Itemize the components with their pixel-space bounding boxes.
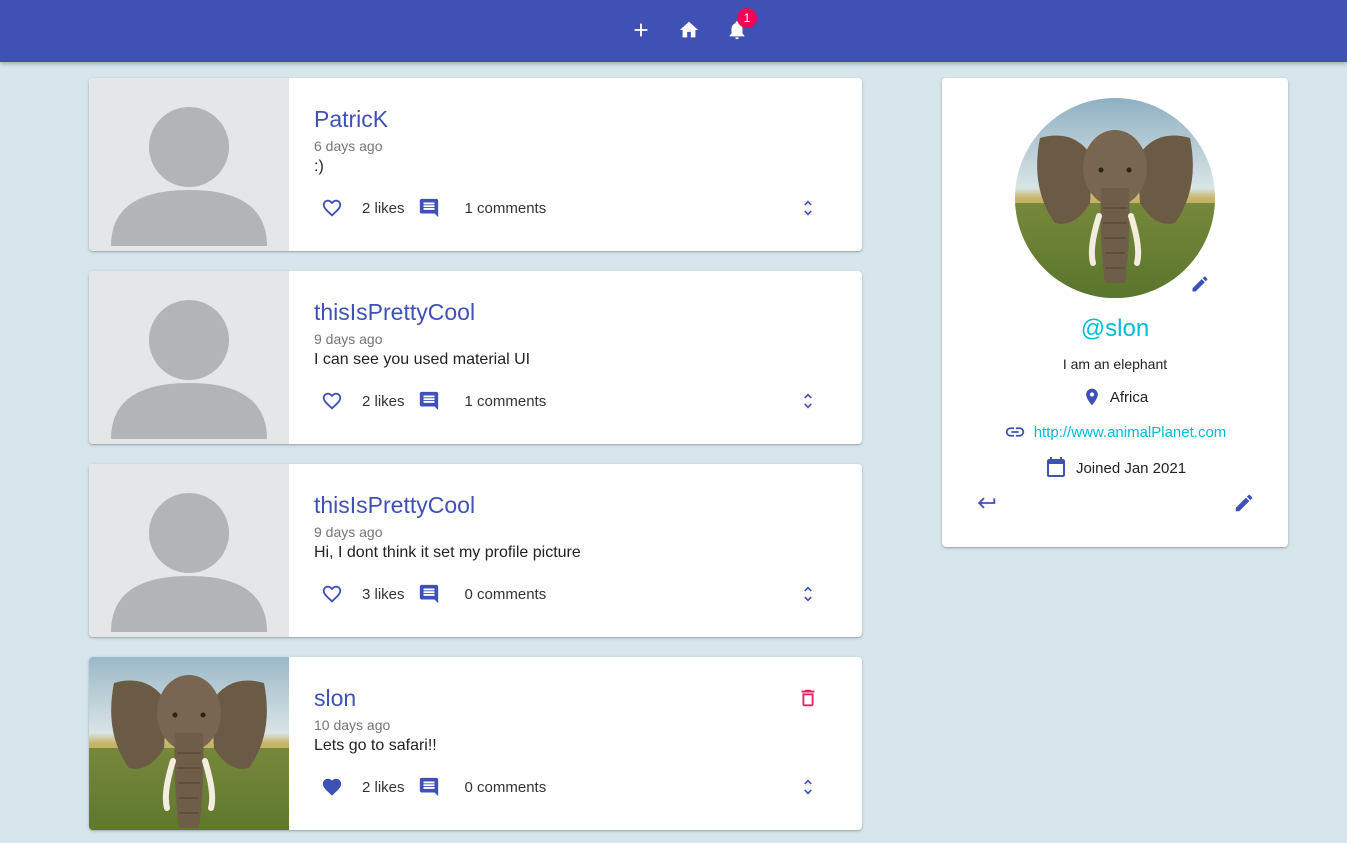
post-card: PatricK 6 days ago :) 2 likes 1 comments (89, 78, 862, 251)
profile-website: http://www.animalPlanet.com (942, 421, 1288, 443)
profile-location: Africa (942, 386, 1288, 408)
heart-outline-icon (322, 585, 342, 603)
like-button[interactable] (314, 190, 350, 226)
unfold-more-icon (804, 779, 812, 795)
comments-count: 0 comments (464, 778, 547, 796)
likes-count: 2 likes (362, 392, 405, 410)
post-body: Hi, I dont think it set my profile pictu… (314, 544, 581, 561)
add-icon (634, 23, 648, 37)
website-link[interactable]: http://www.animalPlanet.com (1034, 424, 1227, 441)
notification-badge: 1 (737, 8, 757, 28)
post-body: :) (314, 158, 324, 175)
heart-outline-icon (322, 392, 342, 410)
delete-post-button[interactable] (790, 680, 826, 716)
post-actions: 2 likes 1 comments (314, 190, 546, 226)
comments-count: 1 comments (464, 392, 547, 410)
expand-post-button[interactable] (790, 190, 826, 226)
comments-button[interactable] (411, 576, 447, 612)
post-date: 9 days ago (314, 331, 383, 347)
edit-avatar-button[interactable] (1186, 270, 1214, 298)
trash-icon (801, 689, 815, 707)
post-body: Lets go to safari!! (314, 737, 437, 754)
location-pin-icon (1085, 388, 1098, 406)
comments-button[interactable] (411, 383, 447, 419)
post-date: 10 days ago (314, 717, 391, 733)
home-icon (679, 21, 699, 38)
post-card: thisIsPrettyCool 9 days ago Hi, I dont t… (89, 464, 862, 637)
location-text: Africa (1109, 388, 1149, 406)
post-card: thisIsPrettyCool 9 days ago I can see yo… (89, 271, 862, 444)
app-bar: 1 (0, 0, 1347, 62)
comments-count: 0 comments (464, 585, 547, 603)
calendar-icon (1046, 457, 1065, 477)
unfold-more-icon (804, 586, 812, 602)
post-avatar (89, 657, 289, 830)
pencil-icon (1192, 276, 1208, 292)
heart-filled-icon (322, 778, 342, 796)
post-avatar (89, 78, 289, 251)
profile-card: @slon I am an elephant Africa http://www… (942, 78, 1288, 547)
comment-icon (419, 584, 438, 604)
return-icon (977, 497, 996, 509)
expand-post-button[interactable] (790, 576, 826, 612)
add-post-button[interactable] (623, 12, 659, 48)
comments-button[interactable] (411, 190, 447, 226)
profile-avatar (1015, 98, 1215, 298)
notifications-button[interactable]: 1 (719, 8, 757, 48)
logout-button[interactable] (972, 488, 1002, 518)
link-icon (1005, 427, 1024, 437)
like-button[interactable] (314, 576, 350, 612)
likes-count: 2 likes (362, 199, 405, 217)
unfold-more-icon (804, 393, 812, 409)
post-body: I can see you used material UI (314, 351, 531, 368)
profile-bio: I am an elephant (1062, 356, 1168, 372)
post-username[interactable]: thisIsPrettyCool (314, 492, 475, 519)
post-avatar (89, 271, 289, 444)
post-username[interactable]: slon (314, 685, 356, 712)
edit-profile-button[interactable] (1229, 488, 1259, 518)
post-date: 6 days ago (314, 138, 383, 154)
unfold-more-icon (804, 200, 812, 216)
comments-count: 1 comments (464, 199, 547, 217)
post-avatar (89, 464, 289, 637)
profile-handle[interactable]: @slon (942, 315, 1288, 343)
comment-icon (419, 198, 438, 218)
comment-icon (419, 777, 438, 797)
expand-post-button[interactable] (790, 769, 826, 805)
expand-post-button[interactable] (790, 383, 826, 419)
profile-joined: Joined Jan 2021 (942, 456, 1288, 480)
comment-icon (419, 391, 438, 411)
post-card: slon 10 days ago Lets go to safari!! 2 l… (89, 657, 862, 830)
heart-outline-icon (322, 199, 342, 217)
post-date: 9 days ago (314, 524, 383, 540)
like-button[interactable] (314, 769, 350, 805)
home-button[interactable] (671, 12, 707, 48)
joined-text: Joined Jan 2021 (1075, 459, 1187, 477)
post-username[interactable]: thisIsPrettyCool (314, 299, 475, 326)
post-actions: 2 likes 1 comments (314, 383, 546, 419)
post-actions: 2 likes 0 comments (314, 769, 546, 805)
post-username[interactable]: PatricK (314, 106, 388, 133)
pencil-icon (1235, 494, 1253, 512)
likes-count: 3 likes (362, 585, 405, 603)
post-actions: 3 likes 0 comments (314, 576, 546, 612)
like-button[interactable] (314, 383, 350, 419)
comments-button[interactable] (411, 769, 447, 805)
likes-count: 2 likes (362, 778, 405, 796)
